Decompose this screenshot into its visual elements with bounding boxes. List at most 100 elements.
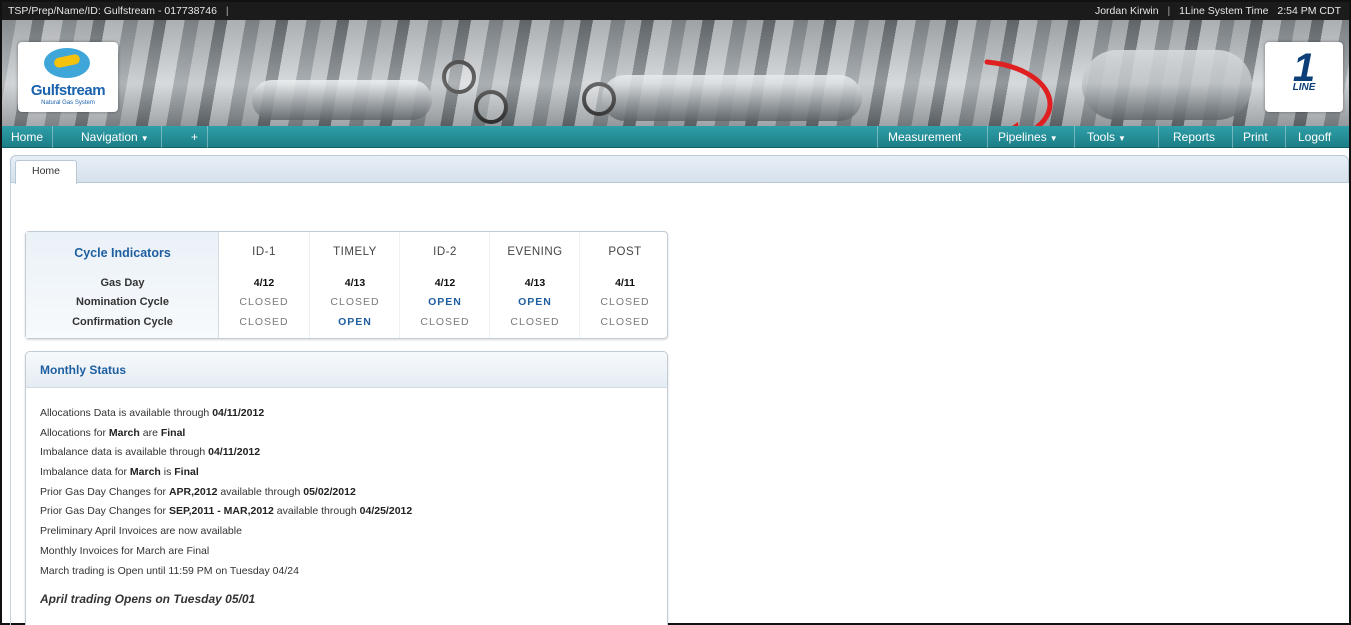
status-text: Allocations Data is available through	[40, 407, 213, 419]
status-value: APR,2012	[168, 485, 218, 498]
header-banner: Gulfstream Natural Gas System 1 LINE	[2, 20, 1349, 126]
top-info-bar: TSP/Prep/Name/ID: Gulfstream - 017738746…	[2, 2, 1349, 20]
cycle-column-timely: TIMELY 4/13 CLOSED OPEN	[309, 232, 399, 338]
gas-day-value: 4/12	[434, 277, 456, 289]
status-value: March	[108, 426, 140, 439]
nav-measurement[interactable]: Measurement	[877, 126, 971, 148]
cycle-column-header: ID-2	[433, 246, 457, 258]
status-text: are	[139, 426, 161, 439]
red-curved-arrow-icon	[984, 59, 1053, 126]
confirmation-status: CLOSED	[239, 316, 289, 328]
nav-print[interactable]: Print	[1232, 126, 1278, 148]
nav-logoff[interactable]: Logoff	[1285, 126, 1343, 148]
cycle-column-header: ID-1	[252, 246, 276, 258]
list-item: Allocations Data is available through 04…	[40, 404, 412, 424]
confirmation-status: CLOSED	[600, 316, 650, 328]
status-value: 04/25/2012	[359, 505, 413, 518]
nav-add-button[interactable]: +	[182, 126, 209, 148]
status-text: Monthly Invoices for March are Final	[40, 544, 210, 557]
cycle-column-header: TIMELY	[333, 246, 377, 258]
chevron-down-icon: ▼	[1118, 134, 1126, 143]
nav-tools-label: Tools	[1087, 130, 1116, 144]
list-item: Prior Gas Day Changes for APR,2012 avail…	[40, 483, 412, 503]
system-time-label: 1Line System Time	[1179, 5, 1269, 17]
list-item: Prior Gas Day Changes for SEP,2011 - MAR…	[40, 502, 412, 522]
gas-day-value: 4/11	[615, 277, 635, 289]
cycle-label-column: Cycle Indicators Gas Day Nomination Cycl…	[26, 232, 219, 338]
list-item: Monthly Invoices for March are Final	[40, 542, 412, 562]
nomination-status: CLOSED	[330, 296, 380, 308]
nav-home-label: Home	[11, 130, 44, 144]
gas-day-value: 4/12	[253, 277, 275, 289]
monthly-status-list: Allocations Data is available through 04…	[40, 404, 412, 581]
cycle-column-header: POST	[608, 246, 642, 258]
logo-subtitle: Natural Gas System	[41, 100, 95, 106]
cycle-column-id1: ID-1 4/12 CLOSED CLOSED	[219, 232, 309, 338]
status-text: Prior Gas Day Changes for	[40, 505, 169, 518]
status-text: available through	[273, 505, 360, 518]
status-value: Final	[160, 426, 186, 439]
oneline-logo: 1 LINE	[1265, 42, 1343, 112]
gas-day-label: Gas Day	[100, 277, 145, 289]
separator: |	[1167, 5, 1171, 17]
status-value: SEP,2011 - MAR,2012	[168, 505, 274, 518]
cycle-indicators-title: Cycle Indicators	[74, 246, 171, 260]
list-item: Preliminary April Invoices are now avail…	[40, 522, 412, 542]
gas-day-value: 4/13	[344, 277, 366, 289]
status-text: Imbalance data is available through	[40, 446, 209, 459]
cycle-column-id2: ID-2 4/12 OPEN CLOSED	[399, 232, 489, 338]
status-text: Imbalance data for	[40, 466, 130, 479]
status-text: March trading is Open until 11:59 PM on …	[40, 564, 299, 577]
nomination-status: CLOSED	[239, 296, 289, 308]
cycle-column-evening: EVENING 4/13 OPEN CLOSED	[489, 232, 579, 338]
nav-navigation-label: Navigation	[81, 130, 138, 144]
tab-strip: Home	[10, 155, 1349, 184]
cycle-column-post: POST 4/11 CLOSED CLOSED	[579, 232, 669, 338]
list-item: March trading is Open until 11:59 PM on …	[40, 562, 412, 582]
nomination-status: OPEN	[428, 296, 462, 308]
nav-home[interactable]: Home	[2, 126, 54, 148]
monthly-status-panel: Monthly Status Allocations Data is avail…	[25, 351, 668, 625]
status-value: March	[129, 466, 161, 479]
chevron-down-icon: ▼	[1049, 134, 1058, 143]
chevron-down-icon: ▼	[140, 134, 149, 143]
gulfstream-logo: Gulfstream Natural Gas System	[18, 42, 118, 112]
list-item: Allocations for March are Final	[40, 424, 412, 444]
nav-add-label: +	[191, 130, 199, 144]
main-nav-bar: Home Navigation ▼ + Measurement Pipelines…	[2, 126, 1349, 148]
status-text: Prior Gas Day Changes for	[40, 485, 169, 498]
nav-print-label: Print	[1243, 130, 1268, 144]
list-item: Imbalance data is available through 04/1…	[40, 443, 412, 463]
banner-shade	[2, 20, 1349, 126]
status-value: Final	[174, 466, 199, 479]
nav-reports[interactable]: Reports	[1158, 126, 1229, 148]
monthly-status-title: Monthly Status	[26, 352, 667, 388]
status-value: 05/02/2012	[303, 485, 356, 498]
nav-reports-label: Reports	[1173, 130, 1216, 144]
confirmation-status: OPEN	[338, 316, 372, 328]
user-name: Jordan Kirwin	[1094, 5, 1159, 17]
tab-home[interactable]: Home	[15, 160, 77, 184]
tab-home-label: Home	[31, 165, 60, 177]
cycle-column-header: EVENING	[507, 246, 563, 258]
gulfstream-mark-icon	[44, 48, 90, 78]
status-value: 04/11/2012	[212, 407, 265, 419]
nav-pipelines-menu[interactable]: Pipelines ▼	[987, 126, 1068, 148]
status-value: 04/11/2012	[208, 446, 261, 459]
status-text: is	[160, 466, 175, 479]
context-info: TSP/Prep/Name/ID: Gulfstream - 017738746…	[8, 2, 235, 20]
list-item: Imbalance data for March is Final	[40, 463, 412, 483]
logo-name: Gulfstream	[30, 82, 106, 99]
system-time-value: 2:54 PM CDT	[1277, 5, 1341, 17]
oneline-word: LINE	[1292, 82, 1316, 93]
nomination-status: CLOSED	[600, 296, 650, 308]
status-text: Allocations for	[40, 426, 109, 439]
status-text: available through	[217, 485, 304, 498]
status-text: Preliminary April Invoices are now avail…	[40, 525, 242, 538]
nav-navigation-menu[interactable]: Navigation ▼	[69, 126, 162, 148]
context-separator: |	[225, 5, 229, 17]
user-time-info: Jordan Kirwin | 1Line System Time 2:54 P…	[1095, 2, 1341, 20]
nav-tools-menu[interactable]: Tools ▼	[1074, 126, 1138, 148]
confirmation-status: CLOSED	[510, 316, 560, 328]
cycle-indicators-panel: Cycle Indicators Gas Day Nomination Cycl…	[25, 231, 668, 339]
